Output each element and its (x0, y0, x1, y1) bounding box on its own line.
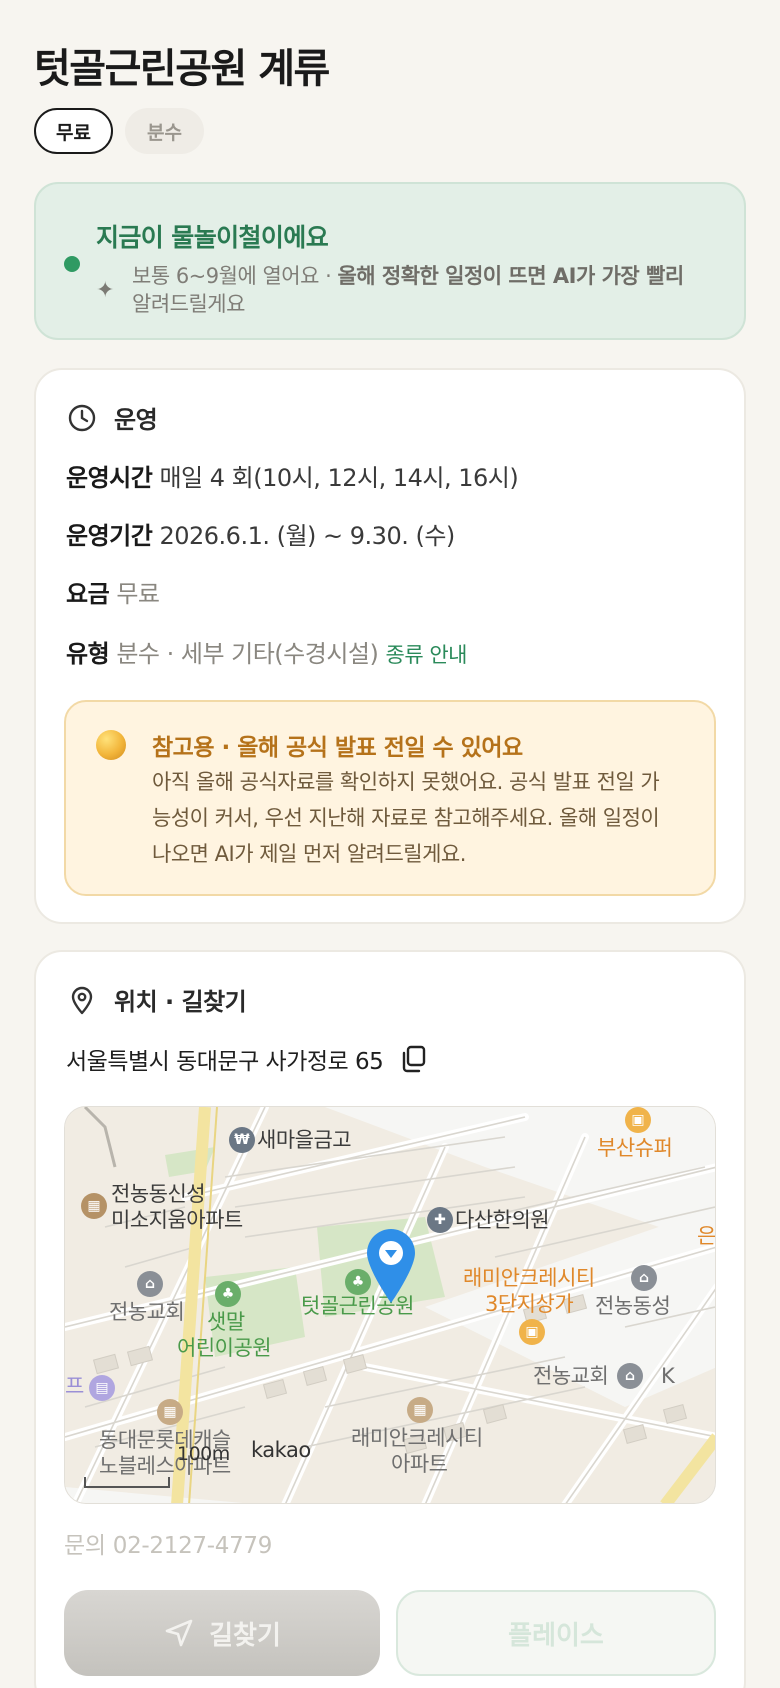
address-text: 서울특별시 동대문구 사가정로 65 (66, 1049, 384, 1075)
building-icon: ⌂ (631, 1265, 657, 1291)
poi-park2-b[interactable]: 어린이공원 (177, 1335, 272, 1361)
status-dot-icon (64, 256, 80, 272)
bank-icon: ₩ (229, 1127, 255, 1153)
operation-card: 운영 운영시간 매일 4 회(10시, 12시, 14시, 16시) 운영기간 … (34, 368, 746, 924)
page-title: 텃골근린공원 계류 (34, 46, 330, 92)
type-guide-link[interactable]: 종류 안내 (386, 643, 468, 667)
season-body-plain: 보통 6~9월에 열어요 · (132, 264, 338, 288)
poi-apt1-b[interactable]: 미소지움아파트 (111, 1207, 243, 1233)
map-marker-icon[interactable] (363, 1225, 419, 1305)
tag-chips: 무료 분수 (34, 108, 204, 154)
navigation-arrow-icon (165, 1619, 193, 1647)
park2-icon: ♣ (215, 1281, 241, 1307)
hours-row: 운영시간 매일 4 회(10시, 12시, 14시, 16시) (66, 458, 519, 493)
inquiry-phone[interactable]: 문의 02-2127-4779 (64, 1526, 272, 1560)
fee-value: 무료 (116, 580, 160, 608)
apartment2-icon: ▦ (157, 1399, 183, 1425)
season-body: 보통 6~9월에 열어요 · 올해 정확한 일정이 뜨면 AI가 가장 빨리 알… (132, 262, 732, 318)
location-card: 위치 · 길찾기 서울특별시 동대문구 사가정로 65 ₩ 새마을금고 ▦ 전농… (34, 950, 746, 1688)
poi-park2-a[interactable]: 샛말 (207, 1309, 245, 1335)
directions-label: 길찾기 (209, 1620, 281, 1651)
clinic-icon: ✚ (427, 1207, 453, 1233)
poi-apt3-a[interactable]: 래미안크레시티 (351, 1425, 483, 1451)
apartment-icon: ▦ (81, 1193, 107, 1219)
location-pin-icon (71, 986, 93, 1014)
fee-row: 요금 무료 (66, 574, 160, 609)
period-label: 운영기간 (66, 522, 153, 550)
poi-busan[interactable]: 부산슈퍼 (597, 1135, 673, 1161)
place-label: 플레이스 (508, 1620, 604, 1651)
notice-title: 참고용 · 올해 공식 발표 전일 수 있어요 (152, 735, 523, 761)
hours-label: 운영시간 (66, 464, 153, 492)
poi-edge-left: 프 (65, 1374, 84, 1398)
type-row: 유형 분수 · 세부 기타(수경시설) 종류 안내 (66, 634, 467, 669)
season-body-tail: 알려드릴게요 (132, 292, 245, 316)
season-headline: 지금이 물놀이철이에요 (96, 223, 329, 252)
poi-mall-b[interactable]: 3단지상가 (485, 1291, 574, 1317)
location-header: 위치 · 길찾기 (66, 982, 247, 1017)
coin-icon (96, 730, 126, 760)
type-value: 분수 · 세부 기타(수경시설) (116, 640, 379, 668)
poi-church2[interactable]: 전농교회 (533, 1363, 609, 1389)
poi-edge-right1: 은 (697, 1224, 716, 1248)
hours-value: 매일 4 회(10시, 12시, 14시, 16시) (159, 464, 519, 492)
poi-bank[interactable]: 새마을금고 (257, 1127, 352, 1153)
map-view[interactable]: ₩ 새마을금고 ▦ 전농동신성 미소지움아파트 ✚ 다산한의원 ⌂ 전농교회 ♣… (64, 1106, 716, 1504)
location-title: 위치 · 길찾기 (114, 988, 247, 1016)
kakao-logo: kakao (251, 1438, 311, 1462)
chip-fountain[interactable]: 분수 (124, 108, 204, 154)
period-row: 운영기간 2026.6.1. (월) ~ 9.30. (수) (66, 516, 455, 551)
poi-clinic[interactable]: 다산한의원 (455, 1207, 550, 1233)
poi-jeonnong-dong[interactable]: 전농동성 (595, 1293, 671, 1319)
church-icon: ⌂ (137, 1271, 163, 1297)
period-value: 2026.6.1. (월) ~ 9.30. (수) (159, 522, 455, 550)
poi-edge-right2: K (661, 1364, 675, 1388)
place-button[interactable]: 플레이스 (396, 1590, 716, 1676)
shop-icon: ▣ (519, 1319, 545, 1345)
basket-icon: ▣ (625, 1107, 651, 1133)
fee-label: 요금 (66, 580, 110, 608)
school-icon: ▤ (89, 1375, 115, 1401)
map-scale-label: 100m (177, 1443, 230, 1465)
poi-apt3-b[interactable]: 아파트 (391, 1451, 448, 1477)
season-banner: 지금이 물놀이철이에요 ✦ 보통 6~9월에 열어요 · 올해 정확한 일정이 … (34, 182, 746, 340)
directions-button[interactable]: 길찾기 (64, 1590, 380, 1676)
reference-notice: 참고용 · 올해 공식 발표 전일 수 있어요 아직 올해 공식자료를 확인하지… (64, 700, 716, 896)
apartment3-icon: ▦ (407, 1397, 433, 1423)
poi-church1[interactable]: 전농교회 (109, 1299, 185, 1325)
operation-title: 운영 (114, 406, 158, 434)
clock-icon (68, 404, 96, 431)
operation-header: 운영 (66, 400, 158, 435)
chip-free[interactable]: 무료 (34, 108, 113, 154)
type-label: 유형 (66, 640, 110, 668)
notice-body: 아직 올해 공식자료를 확인하지 못했어요. 공식 발표 전일 가능성이 커서,… (152, 770, 660, 866)
church2-icon: ⌂ (617, 1363, 643, 1389)
address-row: 서울특별시 동대문구 사가정로 65 (66, 1042, 429, 1076)
poi-apt1-a[interactable]: 전농동신성 (111, 1181, 206, 1207)
season-body-bold: 올해 정확한 일정이 뜨면 AI가 가장 빨리 (337, 264, 684, 288)
copy-icon[interactable] (399, 1044, 429, 1074)
sparkle-icon: ✦ (96, 278, 115, 303)
poi-mall-a[interactable]: 래미안크레시티 (463, 1265, 595, 1291)
